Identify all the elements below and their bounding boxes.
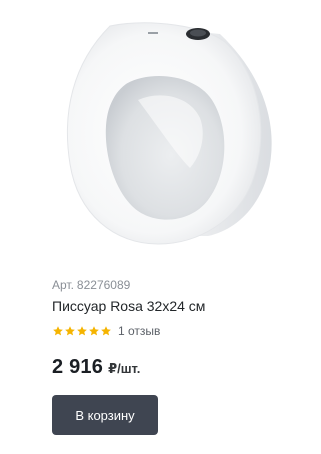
price-unit: ₽/шт. — [108, 361, 141, 376]
rating-stars — [52, 325, 112, 337]
product-card: Арт. 82276089 Писсуар Rosa 32x24 см 1 отз… — [0, 0, 321, 454]
sku-prefix: Арт. — [52, 278, 74, 292]
product-title[interactable]: Писсуар Rosa 32x24 см — [52, 298, 205, 314]
rating[interactable]: 1 отзыв — [52, 323, 160, 339]
sku-value: 82276089 — [76, 278, 131, 292]
urinal-image — [66, 22, 272, 245]
price-value: 2 916 — [52, 356, 104, 378]
sku: Арт. 82276089 — [52, 278, 130, 292]
star-icon — [53, 326, 63, 336]
price: 2 916 ₽/шт. — [52, 356, 140, 379]
reviews-link[interactable]: 1 отзыв — [118, 324, 160, 338]
star-icon — [89, 326, 99, 336]
add-to-cart-button[interactable]: В корзину — [52, 395, 158, 435]
star-icon — [77, 326, 87, 336]
star-icon — [101, 326, 111, 336]
product-image[interactable] — [30, 4, 290, 260]
star-icon — [65, 326, 75, 336]
